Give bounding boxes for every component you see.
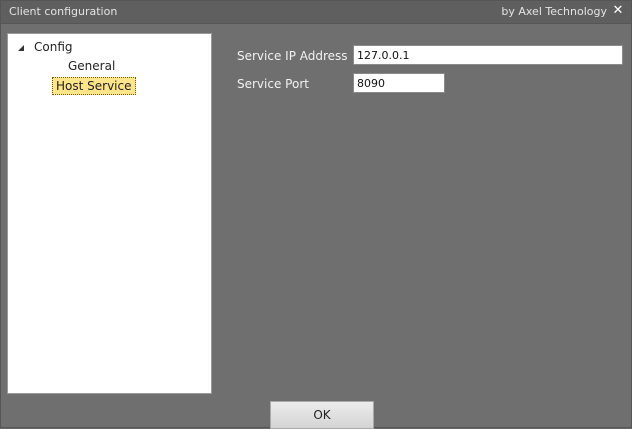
expanded-triangle-icon[interactable]: [18, 45, 24, 51]
ok-button[interactable]: OK: [270, 401, 374, 429]
tree-item-host-service[interactable]: Host Service: [52, 77, 136, 95]
close-icon[interactable]: ✕: [611, 3, 625, 19]
config-tree: Config General Host Service: [7, 33, 212, 394]
tree-item-general[interactable]: General: [66, 58, 117, 74]
service-ip-label: Service IP Address: [237, 49, 348, 63]
service-ip-input[interactable]: [353, 45, 623, 65]
title-bar[interactable]: Client configuration by Axel Technology …: [1, 1, 631, 24]
window-title: Client configuration: [9, 5, 118, 18]
service-port-input[interactable]: [353, 73, 445, 93]
tree-item-config[interactable]: Config: [18, 40, 73, 54]
config-window: Client configuration by Axel Technology …: [0, 0, 632, 429]
tree-item-config-label: Config: [34, 40, 73, 54]
service-port-label: Service Port: [237, 77, 309, 91]
brand-label: by Axel Technology: [501, 5, 607, 18]
